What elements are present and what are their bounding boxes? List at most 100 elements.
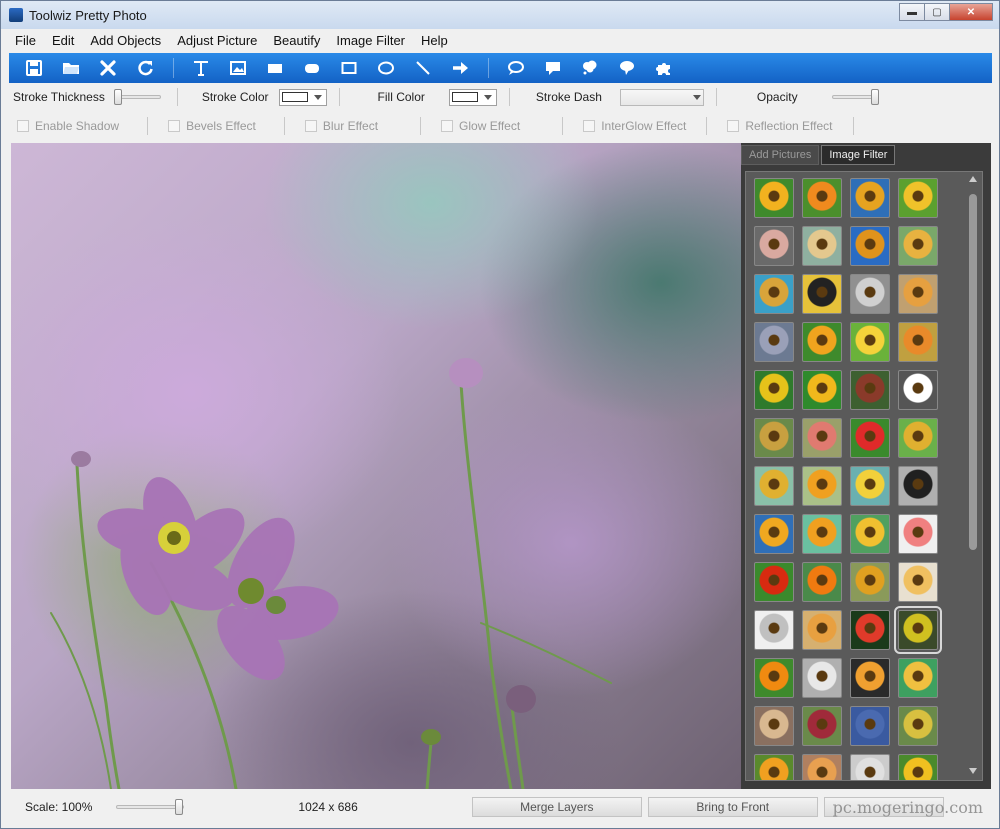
cloud-callout-icon[interactable] xyxy=(616,57,638,79)
filter-thumbnail[interactable] xyxy=(802,754,842,780)
filter-thumbnail[interactable] xyxy=(754,178,794,218)
filter-thumbnail[interactable] xyxy=(898,178,938,218)
filter-thumbnail[interactable] xyxy=(802,226,842,266)
photo-canvas[interactable] xyxy=(11,143,741,789)
arrow-icon[interactable] xyxy=(449,57,471,79)
filter-thumbnail[interactable] xyxy=(802,706,842,746)
filter-thumbnail[interactable] xyxy=(898,706,938,746)
filter-thumbnail[interactable] xyxy=(850,610,890,650)
filter-thumbnail[interactable] xyxy=(898,370,938,410)
filter-thumbnail[interactable] xyxy=(850,754,890,780)
refresh-icon[interactable] xyxy=(134,57,156,79)
callout-rect-icon[interactable] xyxy=(542,57,564,79)
filter-thumbnail[interactable] xyxy=(802,370,842,410)
filter-thumbnail[interactable] xyxy=(802,418,842,458)
menu-beautify[interactable]: Beautify xyxy=(265,33,328,48)
menu-adjust-picture[interactable]: Adjust Picture xyxy=(169,33,265,48)
close-button[interactable]: ✕ xyxy=(949,3,993,21)
menu-add-objects[interactable]: Add Objects xyxy=(82,33,169,48)
menu-image-filter[interactable]: Image Filter xyxy=(328,33,413,48)
menu-edit[interactable]: Edit xyxy=(44,33,82,48)
scale-thumb[interactable] xyxy=(175,799,184,815)
opacity-slider[interactable] xyxy=(831,89,879,105)
menu-file[interactable]: File xyxy=(7,33,44,48)
tab-add-pictures[interactable]: Add Pictures xyxy=(741,145,820,165)
interglow-effect-checkbox[interactable]: InterGlow Effect xyxy=(583,119,686,133)
filter-thumbnail[interactable] xyxy=(802,322,842,362)
open-folder-icon[interactable] xyxy=(60,57,82,79)
filter-thumbnail[interactable] xyxy=(850,418,890,458)
merge-layers-button[interactable]: Merge Layers xyxy=(471,797,642,817)
maximize-button[interactable]: ▢ xyxy=(924,3,950,21)
glow-effect-checkbox[interactable]: Glow Effect xyxy=(441,119,520,133)
stroke-color-picker[interactable] xyxy=(278,88,327,106)
filter-thumbnail[interactable] xyxy=(898,226,938,266)
filter-thumbnail[interactable] xyxy=(802,658,842,698)
filter-thumbnail[interactable] xyxy=(850,658,890,698)
scroll-down-icon[interactable] xyxy=(969,768,977,774)
filter-thumbnail[interactable] xyxy=(802,562,842,602)
filter-thumbnail[interactable] xyxy=(898,466,938,506)
tab-image-filter[interactable]: Image Filter xyxy=(821,145,896,165)
filter-thumbnail[interactable] xyxy=(850,370,890,410)
filter-thumbnail[interactable] xyxy=(802,466,842,506)
filter-thumbnail[interactable] xyxy=(898,658,938,698)
line-icon[interactable] xyxy=(412,57,434,79)
ellipse-icon[interactable] xyxy=(375,57,397,79)
filter-thumbnail[interactable] xyxy=(898,514,938,554)
filter-thumbnail[interactable] xyxy=(898,754,938,780)
text-icon[interactable] xyxy=(190,57,212,79)
thought-bubble-icon[interactable] xyxy=(579,57,601,79)
menu-help[interactable]: Help xyxy=(413,33,456,48)
blur-effect-checkbox[interactable]: Blur Effect xyxy=(304,119,378,133)
filter-thumbnail[interactable] xyxy=(850,178,890,218)
filter-thumbnail[interactable] xyxy=(754,370,794,410)
filter-thumbnail[interactable] xyxy=(802,514,842,554)
delete-icon[interactable] xyxy=(97,57,119,79)
filter-thumbnail[interactable] xyxy=(754,706,794,746)
bring-to-front-button[interactable]: Bring to Front xyxy=(647,797,818,817)
stroke-dash-select[interactable] xyxy=(619,88,704,106)
filter-thumbnail[interactable] xyxy=(754,610,794,650)
rounded-rectangle-icon[interactable] xyxy=(301,57,323,79)
scale-slider[interactable] xyxy=(116,799,185,815)
filter-thumbnail[interactable] xyxy=(754,562,794,602)
filter-thumbnail[interactable] xyxy=(850,466,890,506)
filter-thumbnail[interactable] xyxy=(754,754,794,780)
filter-thumbnail[interactable] xyxy=(898,562,938,602)
filter-thumbnail[interactable] xyxy=(850,322,890,362)
puzzle-icon[interactable] xyxy=(653,57,675,79)
scroll-up-icon[interactable] xyxy=(969,176,977,182)
filter-thumbnail[interactable] xyxy=(754,226,794,266)
filter-thumbnail[interactable] xyxy=(898,322,938,362)
filter-thumbnail[interactable] xyxy=(802,274,842,314)
minimize-button[interactable]: ▬ xyxy=(899,3,925,21)
stroke-thickness-slider[interactable] xyxy=(113,89,161,105)
bevels-effect-checkbox[interactable]: Bevels Effect xyxy=(168,119,256,133)
filter-thumbnail[interactable] xyxy=(754,418,794,458)
image-icon[interactable] xyxy=(227,57,249,79)
save-icon[interactable] xyxy=(23,57,45,79)
filter-thumbnail[interactable] xyxy=(850,226,890,266)
filter-thumbnail[interactable] xyxy=(850,562,890,602)
filter-thumbnail[interactable] xyxy=(850,514,890,554)
fill-color-picker[interactable] xyxy=(448,88,497,106)
enable-shadow-checkbox[interactable]: Enable Shadow xyxy=(17,119,119,133)
filter-thumbnail[interactable] xyxy=(850,706,890,746)
stroke-thickness-thumb[interactable] xyxy=(113,89,122,105)
filter-thumbnail[interactable] xyxy=(898,418,938,458)
reflection-effect-checkbox[interactable]: Reflection Effect xyxy=(727,119,833,133)
filter-thumbnail[interactable] xyxy=(754,514,794,554)
filter-thumbnail[interactable] xyxy=(898,274,938,314)
vertical-scrollbar[interactable] xyxy=(966,174,980,778)
opacity-thumb[interactable] xyxy=(870,89,879,105)
filled-rectangle-icon[interactable] xyxy=(264,57,286,79)
filter-thumbnail[interactable] xyxy=(802,610,842,650)
filter-thumbnail[interactable] xyxy=(802,178,842,218)
filter-thumbnail[interactable] xyxy=(850,274,890,314)
rectangle-icon[interactable] xyxy=(338,57,360,79)
filter-thumbnail[interactable] xyxy=(754,274,794,314)
filter-thumbnail[interactable] xyxy=(754,322,794,362)
filter-thumbnail[interactable] xyxy=(754,658,794,698)
speech-bubble-icon[interactable] xyxy=(505,57,527,79)
